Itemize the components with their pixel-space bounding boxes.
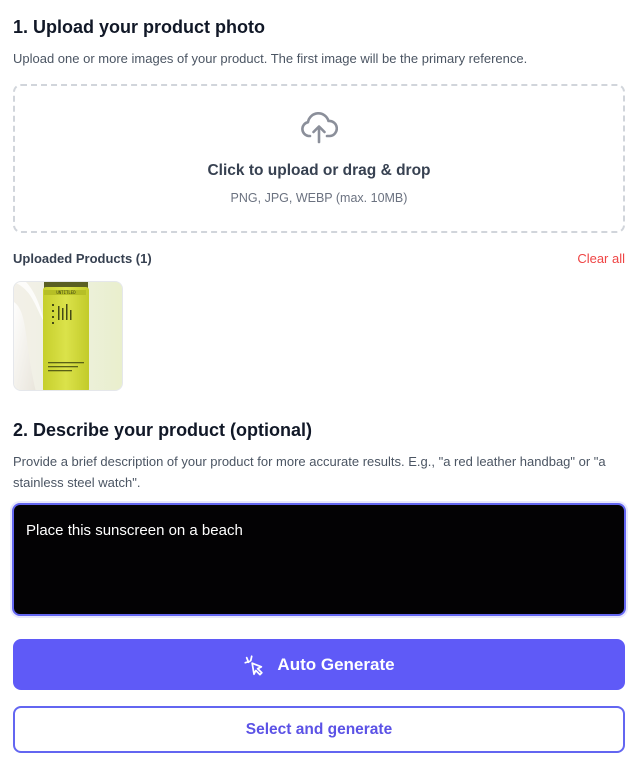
dropzone-main-text: Click to upload or drag & drop [207,162,431,179]
select-and-generate-button[interactable]: Select and generate [13,706,625,753]
uploaded-product-thumbnail[interactable]: UNTITLED [13,281,123,391]
cloud-upload-icon [301,112,338,144]
step1-hint: Upload one or more images of your produc… [13,51,528,66]
auto-generate-button[interactable]: Auto Generate [13,639,625,690]
uploaded-products-label: Uploaded Products (1) [13,251,152,266]
dropzone-sub-text: PNG, JPG, WEBP (max. 10MB) [230,191,408,205]
clear-all-link[interactable]: Clear all [577,251,625,266]
product-description-field[interactable] [12,503,626,616]
sunscreen-tube-image: UNTITLED [14,282,122,390]
select-and-generate-label: Select and generate [245,720,393,738]
sparkle-cursor-icon [244,654,264,675]
step2-hint: Provide a brief description of your prod… [13,454,606,490]
product-description-input[interactable] [14,505,624,614]
svg-text:UNTITLED: UNTITLED [56,290,76,295]
step1-title: 1. Upload your product photo [13,17,265,37]
step2-title: 2. Describe your product (optional) [13,420,313,440]
upload-dropzone[interactable]: Click to upload or drag & drop PNG, JPG,… [13,84,625,233]
auto-generate-label: Auto Generate [277,654,395,674]
